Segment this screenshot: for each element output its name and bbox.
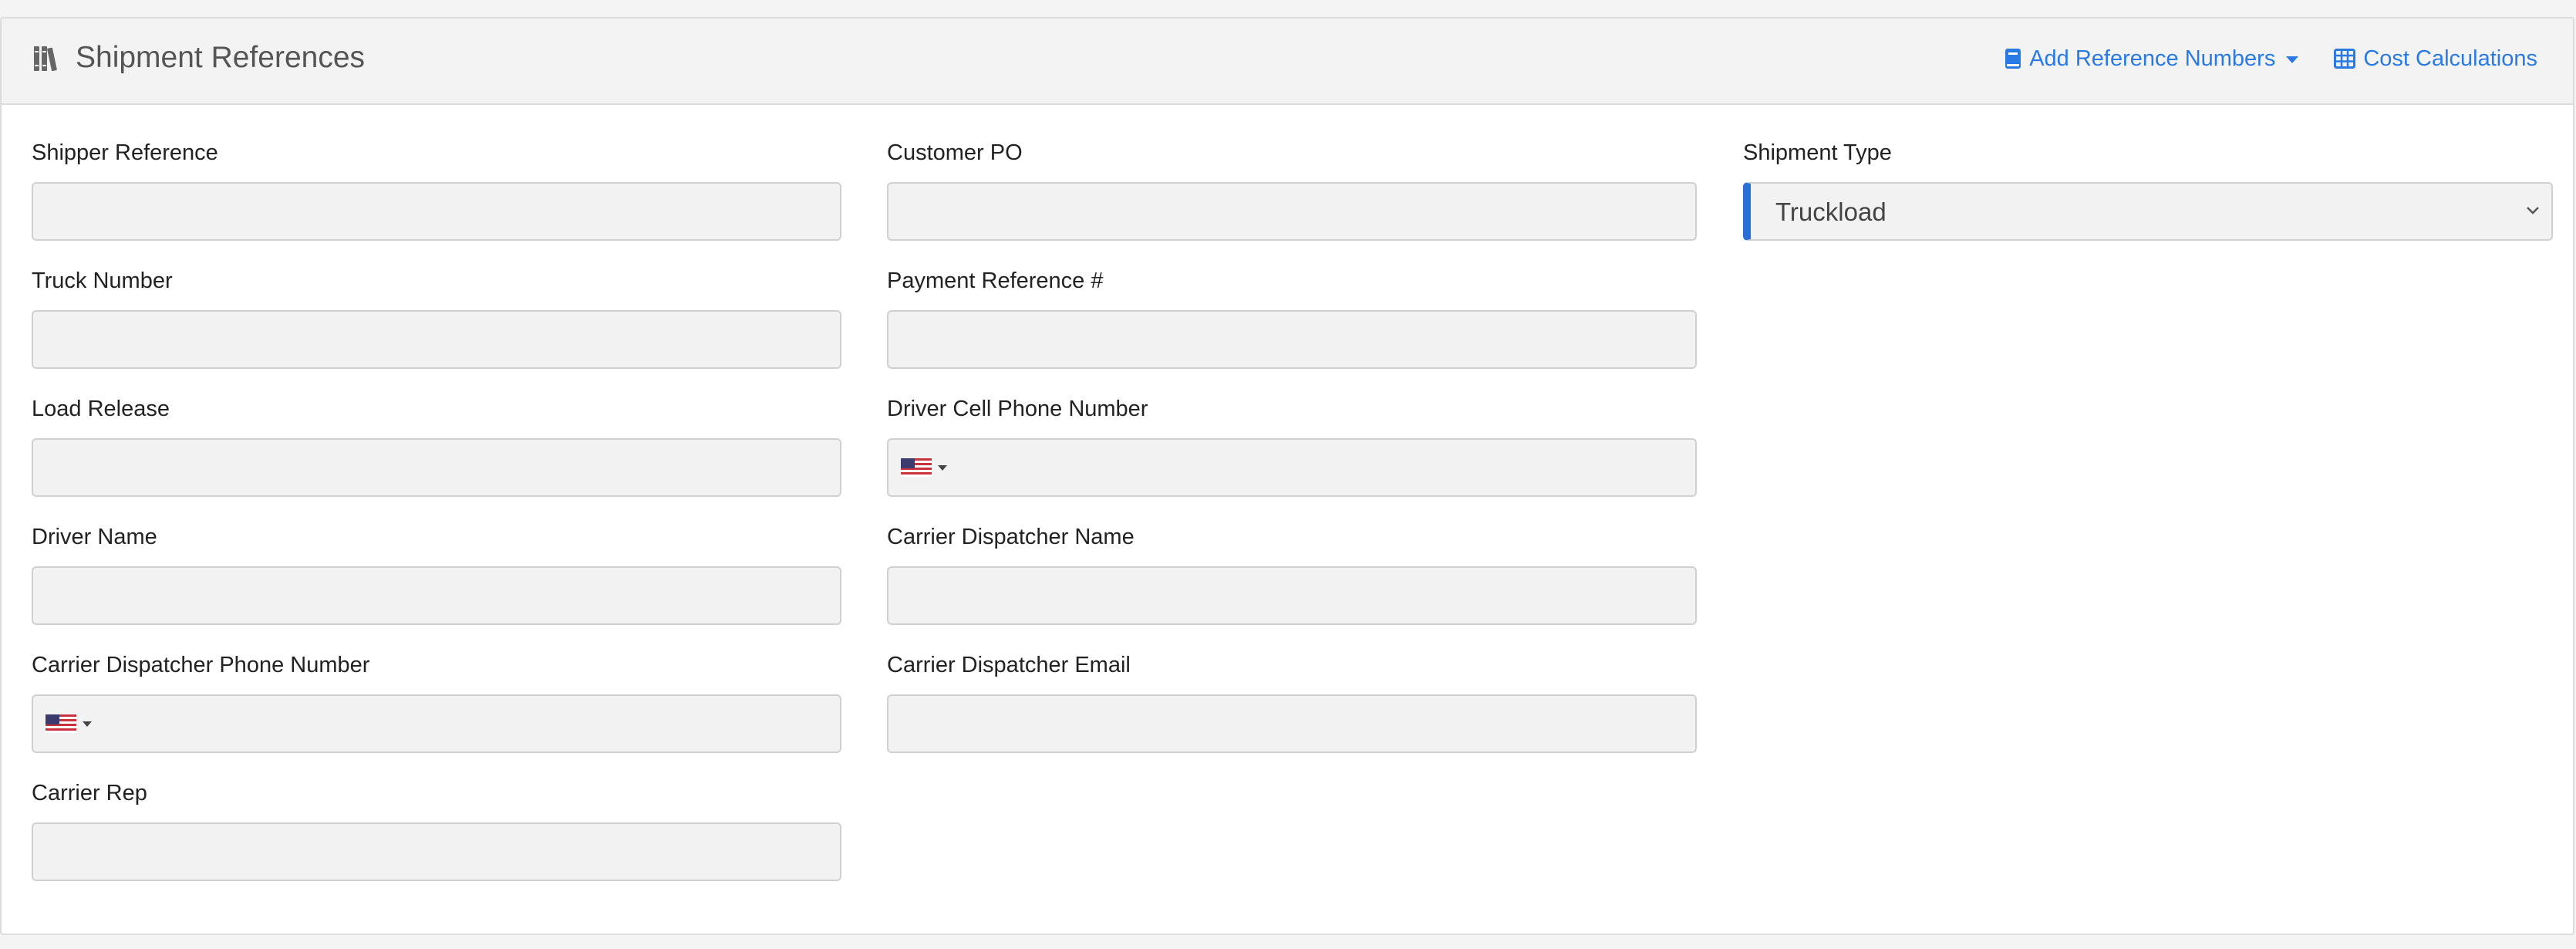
country-selector[interactable]	[46, 714, 92, 733]
truck-number-input[interactable]	[32, 310, 841, 369]
cost-calculations-label: Cost Calculations	[2363, 46, 2537, 71]
chevron-down-icon	[938, 464, 947, 471]
driver-cell-phone-label: Driver Cell Phone Number	[887, 397, 1148, 421]
books-icon	[34, 46, 57, 72]
truck-number-label: Truck Number	[32, 268, 173, 293]
country-selector[interactable]	[901, 458, 947, 477]
driver-name-label: Driver Name	[32, 525, 157, 549]
carrier-dispatcher-email-label: Carrier Dispatcher Email	[887, 653, 1131, 677]
customer-po-group: Customer PO	[887, 139, 1697, 241]
carrier-dispatcher-name-group: Carrier Dispatcher Name	[887, 523, 1697, 625]
cost-calculations-button[interactable]: Cost Calculations	[2334, 43, 2537, 74]
load-release-group: Load Release	[32, 395, 841, 497]
driver-cell-phone-group: Driver Cell Phone Number	[887, 395, 1697, 497]
us-flag-icon	[46, 714, 76, 733]
page-title: Shipment References	[76, 41, 366, 74]
customer-po-input[interactable]	[887, 182, 1697, 241]
chevron-down-icon	[83, 721, 92, 727]
shipment-type-group: Shipment Type Truckload	[1743, 139, 2553, 241]
driver-name-group: Driver Name	[32, 523, 841, 625]
carrier-dispatcher-name-input[interactable]	[887, 566, 1697, 625]
carrier-dispatcher-email-group: Carrier Dispatcher Email	[887, 651, 1697, 753]
card-header: Shipment References Add Reference Number…	[2, 19, 2573, 105]
carrier-dispatcher-name-label: Carrier Dispatcher Name	[887, 525, 1135, 549]
shipper-reference-group: Shipper Reference	[32, 139, 841, 241]
carrier-dispatcher-phone-label: Carrier Dispatcher Phone Number	[32, 653, 370, 677]
shipment-type-value: Truckload	[1775, 198, 1886, 226]
shipment-references-card: Shipment References Add Reference Number…	[0, 17, 2574, 935]
carrier-rep-label: Carrier Rep	[32, 781, 147, 805]
driver-name-input[interactable]	[32, 566, 841, 625]
driver-cell-phone-input[interactable]	[887, 438, 1697, 497]
header-actions: Add Reference Numbers Cost Calculations	[2004, 43, 2537, 74]
carrier-rep-group: Carrier Rep	[32, 779, 841, 881]
shipment-type-label: Shipment Type	[1743, 140, 1892, 165]
carrier-dispatcher-phone-input[interactable]	[32, 694, 841, 753]
load-release-label: Load Release	[32, 397, 170, 421]
shipper-reference-label: Shipper Reference	[32, 140, 218, 165]
us-flag-icon	[901, 458, 932, 477]
add-reference-numbers-button[interactable]: Add Reference Numbers	[2004, 43, 2299, 74]
chevron-down-icon	[2286, 56, 2299, 63]
payment-reference-label: Payment Reference #	[887, 268, 1104, 293]
shipment-type-select[interactable]: Truckload	[1743, 182, 2553, 241]
payment-reference-input[interactable]	[887, 310, 1697, 369]
carrier-rep-input[interactable]	[32, 822, 841, 881]
carrier-dispatcher-phone-group: Carrier Dispatcher Phone Number	[32, 651, 841, 753]
carrier-dispatcher-email-input[interactable]	[887, 694, 1697, 753]
table-icon	[2334, 49, 2356, 69]
customer-po-label: Customer PO	[887, 140, 1023, 165]
truck-number-group: Truck Number	[32, 267, 841, 369]
book-icon	[2005, 49, 2021, 69]
chevron-down-icon	[2527, 207, 2539, 214]
shipper-reference-input[interactable]	[32, 182, 841, 241]
add-reference-numbers-label: Add Reference Numbers	[2029, 46, 2276, 71]
load-release-input[interactable]	[32, 438, 841, 497]
payment-reference-group: Payment Reference #	[887, 267, 1697, 369]
